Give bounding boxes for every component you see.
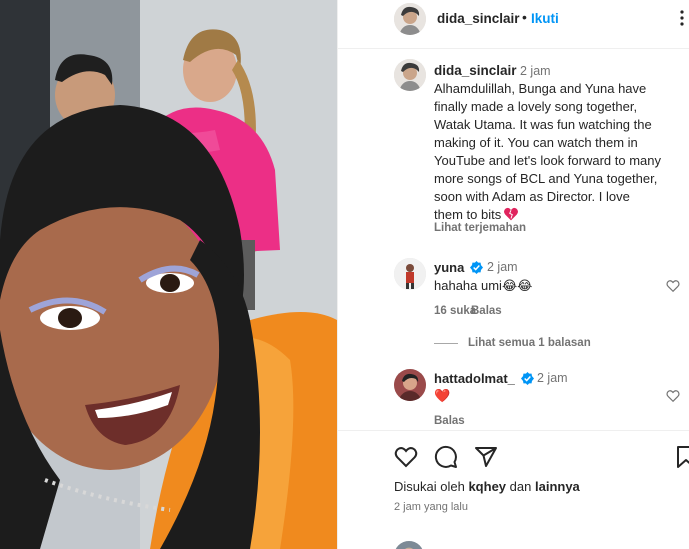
see-translation-link[interactable]: Lihat terjemahan (434, 222, 526, 234)
comment-text: hahaha umi😂😂 (434, 278, 533, 293)
separator-dot: • (522, 9, 527, 25)
verified-icon (470, 261, 483, 274)
comment-text: ❤️ (434, 388, 451, 403)
red-heart-emoji-icon (504, 207, 519, 221)
comment-heart-icon[interactable] (666, 389, 680, 403)
author-avatar[interactable] (394, 3, 426, 35)
comment-timestamp[interactable]: 2 jam (537, 371, 568, 385)
caption-timestamp[interactable]: 2 jam (520, 64, 551, 78)
comment-like-count[interactable]: 16 suka (434, 305, 476, 317)
liked-by-others[interactable]: lainnya (535, 479, 580, 494)
caption-avatar[interactable] (394, 59, 426, 91)
post-photo[interactable] (0, 0, 337, 549)
author-username[interactable]: dida_sinclair (437, 11, 520, 26)
view-replies-link[interactable]: Lihat semua 1 balasan (468, 337, 591, 349)
comment-username[interactable]: hattadolmat_ (434, 371, 515, 386)
heart-icon[interactable] (394, 445, 418, 469)
comment-reply-button[interactable]: Balas (434, 415, 465, 427)
photo-image (0, 0, 337, 549)
comment-avatar-hattadolmat[interactable] (394, 369, 426, 401)
comment-username[interactable]: yuna (434, 260, 464, 275)
bookmark-icon[interactable] (674, 445, 689, 469)
share-icon[interactable] (474, 445, 498, 469)
more-icon[interactable] (674, 8, 689, 28)
replies-divider (434, 343, 458, 344)
post-header: dida_sinclair • Ikuti (338, 0, 689, 49)
post-actions: Disukai oleh kqhey dan lainnya 2 jam yan… (338, 430, 689, 549)
caption-text-block: Alhamdulillah, Bunga and Yuna have final… (434, 80, 689, 224)
liked-by-prefix: Disukai oleh (394, 479, 465, 494)
comment-timestamp[interactable]: 2 jam (487, 260, 518, 274)
comment-input-avatar (394, 541, 424, 549)
liked-by-user[interactable]: kqhey (468, 479, 506, 494)
liked-by-line: Disukai oleh kqhey dan lainnya (394, 479, 580, 494)
caption-username[interactable]: dida_sinclair (434, 63, 517, 78)
verified-icon (521, 372, 534, 385)
comment-reply-button[interactable]: Balas (471, 305, 502, 317)
follow-button[interactable]: Ikuti (531, 11, 559, 26)
caption-text: Alhamdulillah, Bunga and Yuna have final… (434, 81, 661, 222)
post-timestamp[interactable]: 2 jam yang lalu (394, 501, 468, 513)
comment-avatar-yuna[interactable] (394, 258, 426, 290)
post-side-panel: dida_sinclair • Ikuti dida_sinclair 2 ja… (337, 0, 689, 549)
liked-by-mid: dan (509, 479, 532, 494)
comment-heart-icon[interactable] (666, 279, 680, 293)
comment-icon[interactable] (434, 445, 458, 469)
